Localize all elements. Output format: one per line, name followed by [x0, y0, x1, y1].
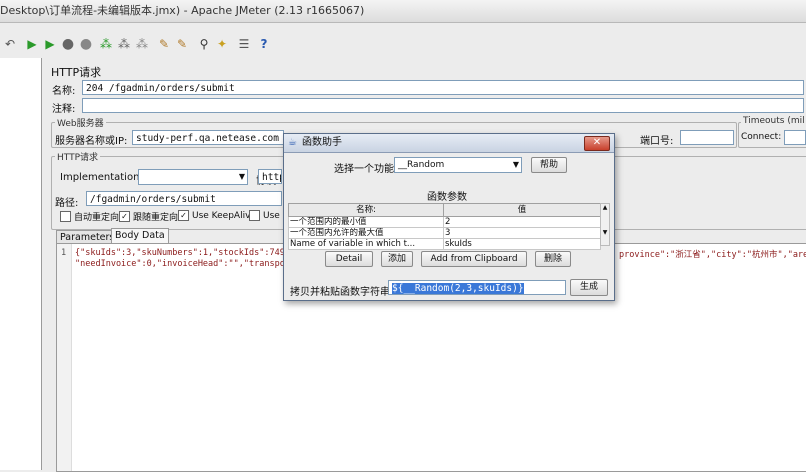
close-icon: ✕: [592, 137, 602, 148]
server-label: 服务器名称或IP:: [55, 136, 128, 147]
keepalive-checkbox[interactable]: ✓ Use KeepAlive: [178, 210, 256, 221]
remote-start-icon[interactable]: ⁂: [98, 36, 114, 52]
table-row[interactable]: 一个范围内的最小值 2: [288, 216, 601, 228]
dialog-title: 函数助手: [302, 137, 342, 148]
java-icon: ☕: [288, 137, 297, 148]
comment-input[interactable]: [82, 98, 804, 113]
close-button[interactable]: ✕: [584, 136, 610, 151]
window-title: Desktop\订单流程-未编辑版本.jmx) - Apache JMeter …: [0, 4, 365, 17]
search-icon[interactable]: ⚲: [196, 36, 212, 52]
name-label: 名称:: [52, 86, 76, 97]
scroll-up-icon[interactable]: ▲: [601, 204, 609, 211]
delete-button[interactable]: 删除: [535, 251, 571, 267]
function-string-selection: ${__Random(2,3,skuIds)}: [392, 283, 524, 294]
add-button[interactable]: 添加: [381, 251, 413, 267]
checkmark-icon: ✓: [178, 210, 189, 221]
timeouts-group-title: Timeouts (mil: [741, 116, 806, 126]
body-line-1: {"skuIds":3,"skuNumbers":1,"stockIds":74…: [75, 248, 316, 258]
implementation-select[interactable]: ▼: [138, 169, 248, 185]
body-line-2: "needInvoice":0,"invoiceHead":"","transp…: [75, 259, 316, 269]
function-string-input[interactable]: ${__Random(2,3,skuIds)}: [388, 280, 566, 295]
function-helper-icon[interactable]: ☰: [236, 36, 252, 52]
reset-search-icon[interactable]: ✦: [214, 36, 230, 52]
start-no-pause-icon[interactable]: ▶: [42, 36, 58, 52]
function-helper-dialog: ☕ 函数助手 ✕ 选择一个功能 __Random ▼ 帮助 函数参数 名称: 值…: [283, 133, 615, 301]
dialog-title-bar[interactable]: ☕ 函数助手 ✕: [284, 134, 614, 153]
function-select[interactable]: __Random ▼: [394, 157, 522, 173]
protocol-input[interactable]: http: [258, 169, 282, 184]
path-input[interactable]: /fgadmin/orders/submit: [86, 191, 282, 206]
window-title-bar: Desktop\订单流程-未编辑版本.jmx) - Apache JMeter …: [0, 0, 806, 23]
param-value[interactable]: 3: [443, 227, 601, 239]
http-request-group-title: HTTP请求: [55, 150, 101, 163]
comment-label: 注释:: [52, 104, 76, 115]
column-header-value: 值: [443, 203, 601, 217]
page-title: HTTP请求: [51, 66, 102, 79]
params-scrollbar[interactable]: ▲ ▼: [600, 203, 610, 246]
test-plan-tree[interactable]: [0, 58, 42, 470]
param-name: 一个范围内允许的最大值: [288, 227, 444, 239]
param-name: 一个范围内的最小值: [288, 216, 444, 228]
connect-timeout-input[interactable]: [784, 130, 806, 145]
implementation-label: Implementation:: [60, 172, 143, 183]
shutdown-icon[interactable]: ●: [78, 36, 94, 52]
stop-icon[interactable]: ●: [60, 36, 76, 52]
port-label: 端口号:: [640, 136, 674, 147]
name-input[interactable]: 204 /fgadmin/orders/submit: [82, 80, 804, 95]
param-value[interactable]: skuIds: [443, 238, 601, 250]
web-server-group-title: Web服务器: [55, 116, 106, 129]
choose-function-label: 选择一个功能: [334, 164, 394, 175]
copy-paste-label: 拷贝并粘贴函数字符串: [290, 287, 390, 298]
table-row[interactable]: Name of variable in which t... skuIds: [288, 238, 601, 250]
clear-all-icon[interactable]: ✎: [174, 36, 190, 52]
checkbox-box: [60, 211, 71, 222]
chevron-down-icon: ▼: [512, 160, 519, 169]
body-line-1-tail: province":"浙江省","city":"杭州市","area":"滨: [619, 250, 806, 260]
port-input[interactable]: [680, 130, 734, 145]
scroll-down-icon[interactable]: ▼: [601, 229, 609, 236]
toolbar: ↶ ▶ ▶ ● ● ⁂ ⁂ ⁂ ✎ ✎ ⚲ ✦ ☰ ?: [0, 33, 806, 55]
undo-icon[interactable]: ↶: [2, 36, 18, 52]
param-name: Name of variable in which t...: [288, 238, 444, 250]
help-button[interactable]: 帮助: [531, 157, 567, 173]
server-input[interactable]: study-perf.qa.netease.com: [132, 130, 284, 145]
line-gutter: 1: [57, 244, 72, 471]
chevron-down-icon: ▼: [238, 172, 245, 181]
connect-label: Connect:: [741, 132, 782, 142]
param-value[interactable]: 2: [443, 216, 601, 228]
start-icon[interactable]: ▶: [24, 36, 40, 52]
checkmark-icon: ✓: [119, 211, 130, 222]
function-params-table[interactable]: 名称: 值 一个范围内的最小值 2 一个范围内允许的最大值 3 Name of …: [288, 203, 601, 250]
checkbox-box: [249, 210, 260, 221]
clear-icon[interactable]: ✎: [156, 36, 172, 52]
table-row[interactable]: 一个范围内允许的最大值 3: [288, 227, 601, 239]
line-number: 1: [61, 248, 67, 258]
help-icon[interactable]: ?: [256, 36, 272, 52]
remote-stop-icon[interactable]: ⁂: [116, 36, 132, 52]
column-header-name: 名称:: [288, 203, 444, 217]
follow-redirect-checkbox[interactable]: ✓ 跟随重定向: [119, 210, 178, 223]
remote-shutdown-icon[interactable]: ⁂: [134, 36, 150, 52]
path-label: 路径:: [55, 198, 79, 209]
add-from-clipboard-button[interactable]: Add from Clipboard: [421, 251, 527, 267]
generate-button[interactable]: 生成: [570, 279, 608, 296]
function-params-title: 函数参数: [427, 192, 467, 203]
auto-redirect-checkbox[interactable]: 自动重定向: [60, 210, 119, 223]
detail-button[interactable]: Detail: [325, 251, 373, 267]
